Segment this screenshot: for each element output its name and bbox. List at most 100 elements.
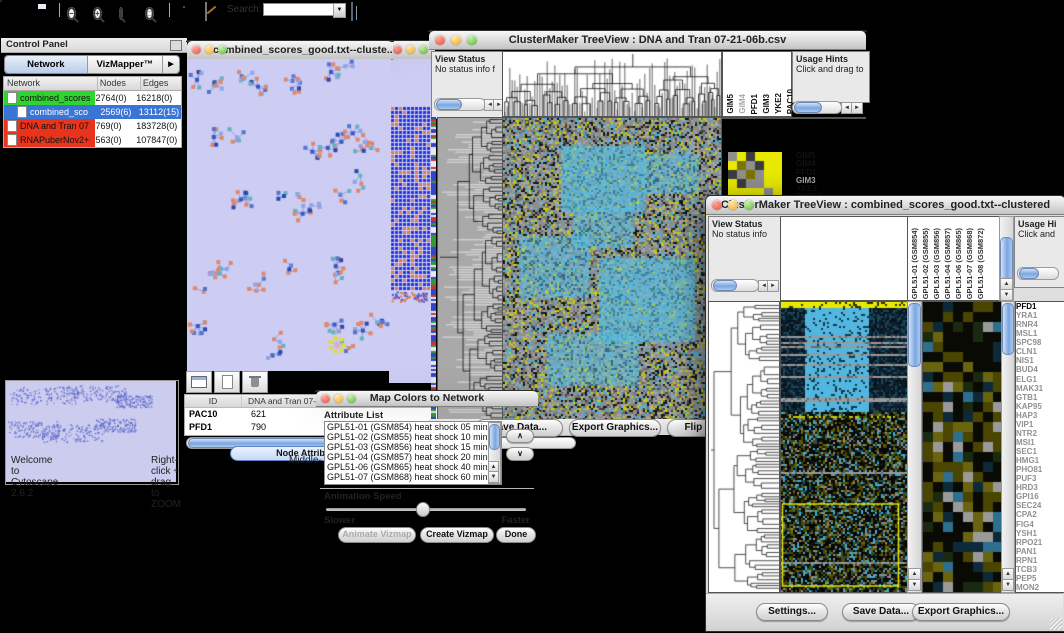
gene-label[interactable]: GTB1 xyxy=(1016,393,1064,402)
minimize-icon[interactable] xyxy=(205,45,214,54)
treeview2-heatmap[interactable] xyxy=(780,301,908,593)
scroll-down-icon[interactable]: ▼ xyxy=(1000,289,1013,301)
view-status-hscrollbar[interactable] xyxy=(711,279,759,292)
gene-label[interactable]: RPN1 xyxy=(1016,556,1064,565)
usage-hscrollbar[interactable] xyxy=(1017,267,1059,280)
gene-label[interactable]: MAK31 xyxy=(1016,384,1064,393)
gene-label[interactable]: GPI16 xyxy=(1016,492,1064,501)
attribute-list-vscrollbar[interactable]: ▲ ▼ xyxy=(488,422,501,484)
close-icon[interactable] xyxy=(321,394,330,403)
save-data-button[interactable]: Save Data... xyxy=(842,603,920,621)
zoom-in-icon[interactable]: + xyxy=(93,3,115,18)
gene-label[interactable]: VIP1 xyxy=(1016,420,1064,429)
treeview1-row-dendrogram[interactable] xyxy=(437,117,503,421)
window-title-bar[interactable]: combined_scores_good.txt--cluste... xyxy=(187,41,393,60)
gene-label[interactable]: MSL1 xyxy=(1016,329,1064,338)
search-dropdown-icon[interactable]: ▼ xyxy=(333,3,346,18)
gene-label[interactable]: RPO21 xyxy=(1016,538,1064,547)
treeview2-zoom-heatmap[interactable] xyxy=(922,301,1003,593)
close-icon[interactable] xyxy=(712,200,722,210)
minimize-icon[interactable] xyxy=(728,200,738,210)
gene-label[interactable]: KAP95 xyxy=(1016,402,1064,411)
scrollbar-thumb[interactable] xyxy=(436,99,462,110)
attribute-option[interactable]: GPL51-03 (GSM856) heat shock 15 min xyxy=(325,442,501,452)
zoom-window-icon[interactable] xyxy=(467,35,477,45)
gene-label[interactable]: PEP5 xyxy=(1016,574,1064,583)
treeview1-hscrollbar[interactable] xyxy=(792,101,842,114)
gene-label[interactable]: NTR2 xyxy=(1016,429,1064,438)
view-status-hscrollbar[interactable] xyxy=(434,98,486,111)
scrollbar-thumb[interactable] xyxy=(908,303,921,367)
scroll-down-icon[interactable]: ▼ xyxy=(908,579,921,591)
settings-button[interactable]: Settings... xyxy=(756,603,828,621)
gene-label[interactable]: FIG4 xyxy=(1016,520,1064,529)
top-dendrogram-canvas[interactable] xyxy=(503,52,721,116)
zoom-heatmap-canvas[interactable] xyxy=(923,302,1002,592)
dialog-title-bar[interactable]: Map Colors to Network xyxy=(316,391,538,407)
gene-label[interactable]: RNR4 xyxy=(1016,320,1064,329)
attribute-select-icon[interactable] xyxy=(186,371,212,393)
tab-more-icon[interactable]: ▶ xyxy=(163,56,179,73)
zoom-window-icon[interactable] xyxy=(347,394,356,403)
row-dendrogram-canvas[interactable] xyxy=(438,118,502,420)
treeview2-zoom-vscrollbar[interactable]: ▲ ▼ xyxy=(1001,301,1015,593)
done-button[interactable]: Done xyxy=(496,527,536,543)
zoom-selected-icon[interactable]: □ xyxy=(145,3,167,18)
minimize-icon[interactable] xyxy=(451,35,461,45)
treeview1-heatmap[interactable] xyxy=(502,117,722,421)
open-file-icon[interactable] xyxy=(9,3,31,18)
minimize-icon[interactable] xyxy=(406,45,415,54)
close-icon[interactable] xyxy=(393,45,402,54)
gene-label[interactable]: YSH1 xyxy=(1016,529,1064,538)
gene-label[interactable]: YRA1 xyxy=(1016,311,1064,320)
zoom-out-icon[interactable]: − xyxy=(67,3,89,18)
network-row[interactable]: RNAPuberNov2+ 563(0) 107847(0) xyxy=(4,133,181,147)
gene-label[interactable]: PFD1 xyxy=(1016,302,1064,311)
gene-label[interactable]: PAN1 xyxy=(1016,547,1064,556)
gene-label[interactable]: CLN1 xyxy=(1016,347,1064,356)
gene-label[interactable]: MSI1 xyxy=(1016,438,1064,447)
export-graphics-button[interactable]: Export Graphics... xyxy=(912,603,1010,621)
gene-label[interactable]: ELG1 xyxy=(1016,375,1064,384)
treeview2-row-dendrogram[interactable] xyxy=(708,301,780,593)
gene-label[interactable]: SEC1 xyxy=(1016,447,1064,456)
network-row[interactable]: combined_sco 2569(6) 13112(15) xyxy=(4,105,181,119)
float-panel-icon[interactable] xyxy=(170,40,182,51)
close-icon[interactable] xyxy=(192,45,201,54)
annotation-icon[interactable] xyxy=(205,3,227,18)
tab-vizmapper[interactable]: VizMapper™ xyxy=(88,56,163,73)
speed-slider-thumb[interactable] xyxy=(416,502,430,517)
zoom-window-icon[interactable] xyxy=(744,200,754,210)
close-icon[interactable] xyxy=(435,35,445,45)
heatmap-canvas[interactable] xyxy=(781,302,907,592)
delete-attribute-icon[interactable] xyxy=(242,371,268,393)
move-down-button[interactable]: ∨ xyxy=(506,447,534,461)
column-id[interactable]: ID xyxy=(185,395,242,407)
help-icon[interactable] xyxy=(179,2,201,17)
move-up-button[interactable]: ∧ xyxy=(506,429,534,443)
network-row[interactable]: DNA and Tran 07 769(0) 183728(0) xyxy=(4,119,181,133)
create-vizmap-button[interactable]: Create Vizmap xyxy=(420,527,494,543)
gene-label[interactable]: PHO81 xyxy=(1016,465,1064,474)
search-input[interactable] xyxy=(263,3,335,16)
column-network[interactable]: Network xyxy=(4,77,98,90)
minimize-icon[interactable] xyxy=(334,394,343,403)
treeview1-top-dendrogram[interactable] xyxy=(502,51,722,117)
scrollbar-thumb[interactable] xyxy=(1002,303,1014,355)
scroll-right-icon[interactable]: ► xyxy=(851,102,863,114)
gene-label[interactable]: PUF3 xyxy=(1016,474,1064,483)
treeview2-top-vscrollbar[interactable]: ▲ ▼ xyxy=(999,216,1014,301)
gene-label[interactable]: TCB3 xyxy=(1016,565,1064,574)
scroll-right-icon[interactable]: ► xyxy=(767,280,779,292)
gene-label[interactable]: NIS1 xyxy=(1016,356,1064,365)
gene-label[interactable]: CPA2 xyxy=(1016,510,1064,519)
attribute-option[interactable]: GPL51-02 (GSM855) heat shock 10 min xyxy=(325,432,501,442)
export-graphics-button[interactable]: Export Graphics... xyxy=(569,419,661,437)
zoom-fit-icon[interactable] xyxy=(119,3,141,18)
heatmap-canvas[interactable] xyxy=(503,118,721,420)
attribute-option[interactable]: GPL51-06 (GSM865) heat shock 40 min xyxy=(325,462,501,472)
gene-label[interactable]: SEC24 xyxy=(1016,501,1064,510)
network-row[interactable]: combined_scores 2764(0) 16218(0) xyxy=(4,91,181,105)
zoom-window-icon[interactable] xyxy=(218,45,227,54)
network-canvas[interactable] xyxy=(187,59,391,371)
